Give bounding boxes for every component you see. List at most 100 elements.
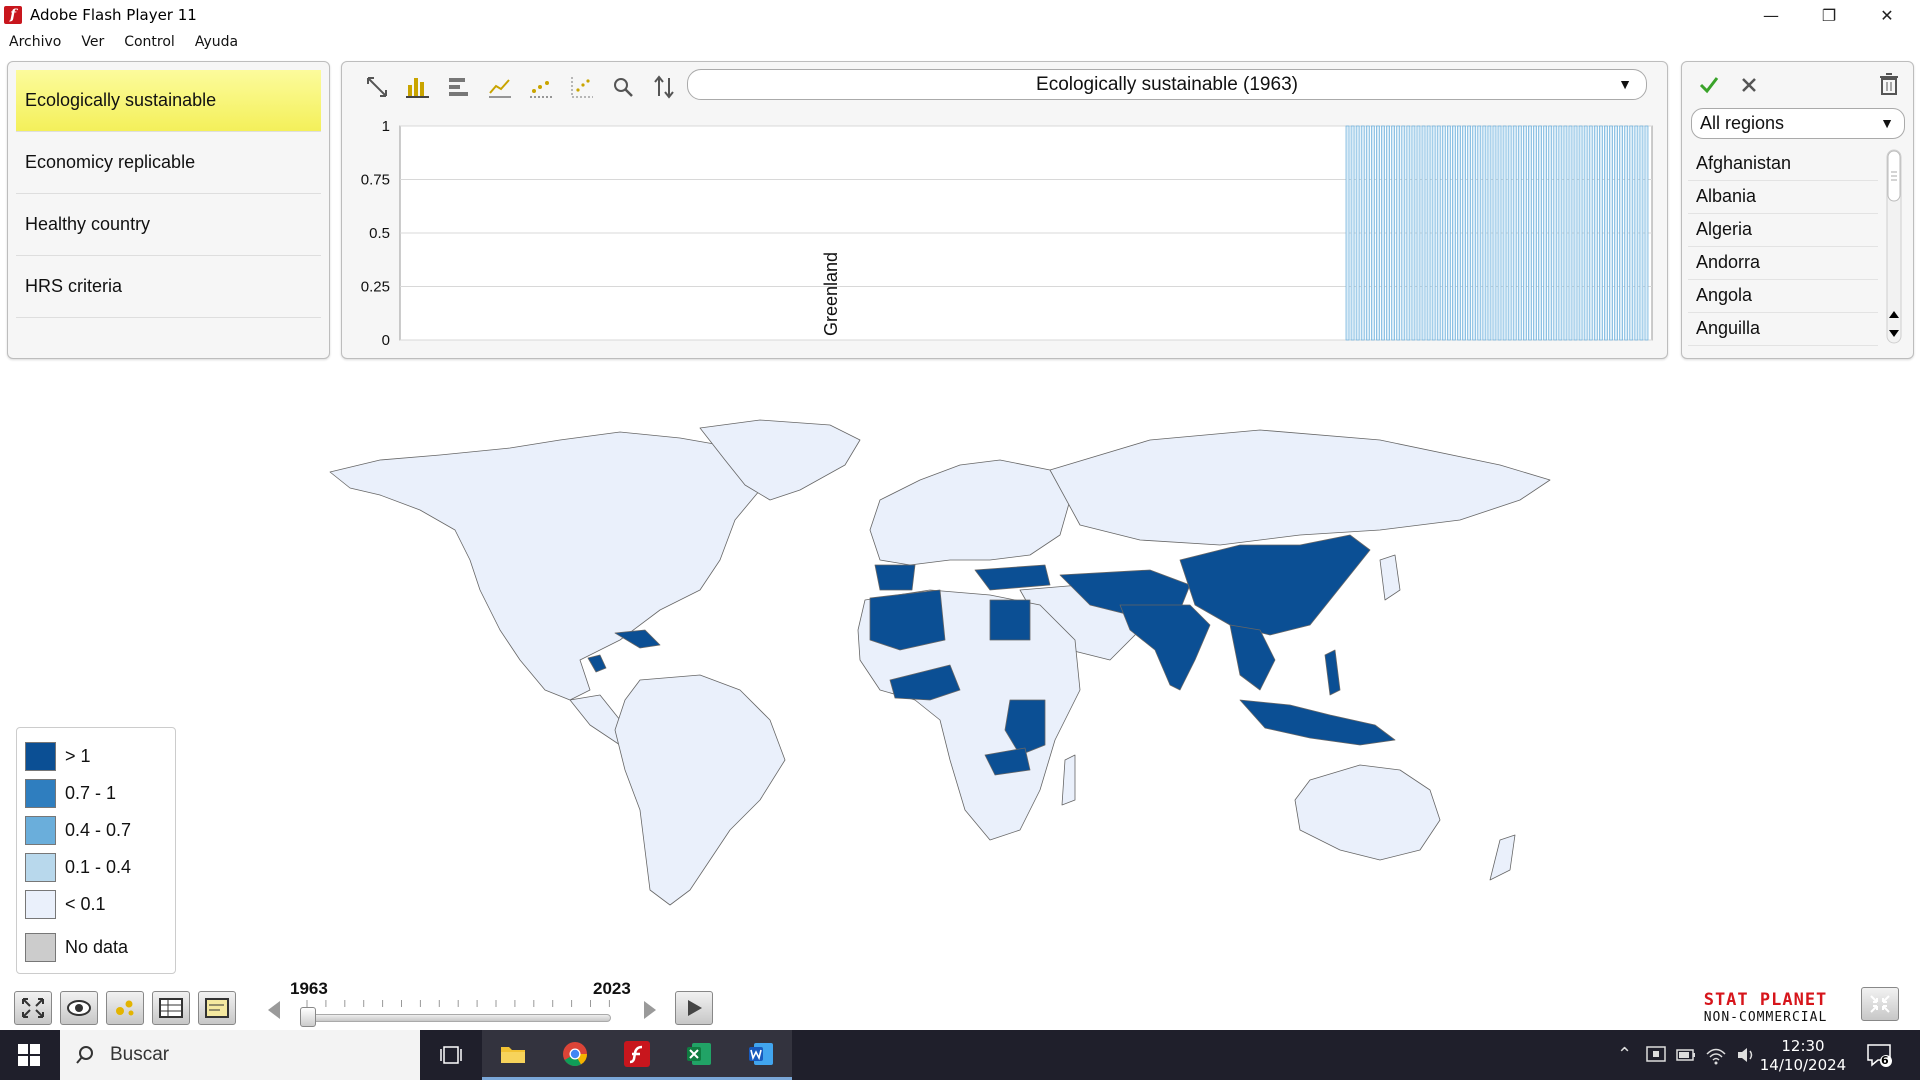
chart-bar[interactable] xyxy=(1497,125,1502,341)
chart-bar[interactable] xyxy=(1477,125,1482,341)
chart-bar[interactable] xyxy=(1426,125,1431,341)
chart-bar[interactable] xyxy=(1563,125,1568,341)
chevron-up-icon[interactable]: ⌃ xyxy=(1617,1044,1632,1065)
map-turkey-greece[interactable] xyxy=(974,564,1051,591)
map-russia[interactable] xyxy=(1049,429,1551,546)
map-japan[interactable] xyxy=(1379,554,1401,601)
chart-bar[interactable] xyxy=(1467,125,1472,341)
zoom-extent-icon[interactable] xyxy=(356,72,397,102)
next-year-icon[interactable] xyxy=(641,999,659,1021)
chart-bar[interactable] xyxy=(1411,125,1416,341)
map-europe[interactable] xyxy=(869,459,1071,566)
chart-bar[interactable] xyxy=(1452,125,1456,341)
chart-bar[interactable] xyxy=(1350,125,1355,341)
map-north-america[interactable] xyxy=(329,431,791,701)
chart-bar[interactable] xyxy=(1472,125,1477,341)
region-dropdown[interactable]: All regions ▼ xyxy=(1691,108,1905,139)
chart-bar[interactable] xyxy=(1507,125,1512,341)
list-item[interactable]: Anguilla xyxy=(1688,313,1878,346)
map-north-africa[interactable] xyxy=(869,589,946,651)
flash-player-button[interactable] xyxy=(606,1030,668,1080)
chart-bar[interactable] xyxy=(1502,125,1507,341)
world-map[interactable] xyxy=(0,370,1920,930)
chart-bar[interactable] xyxy=(1538,125,1542,341)
chart-bar[interactable] xyxy=(1345,125,1350,341)
bar-chart-icon[interactable] xyxy=(397,72,438,102)
chart-bar[interactable] xyxy=(1401,125,1406,341)
chart-bar[interactable] xyxy=(1629,125,1634,341)
chart-bar[interactable] xyxy=(1482,125,1487,341)
chart-bar[interactable] xyxy=(1365,125,1370,341)
chrome-button[interactable] xyxy=(544,1030,606,1080)
map-guatemala[interactable] xyxy=(587,654,607,673)
list-item[interactable]: Albania xyxy=(1688,181,1878,214)
map-philippines[interactable] xyxy=(1324,649,1341,696)
wifi-icon[interactable] xyxy=(1705,1044,1727,1066)
chart-bar[interactable] xyxy=(1548,125,1553,341)
restore-button[interactable]: ❐ xyxy=(1800,0,1858,30)
minimize-button[interactable]: — xyxy=(1742,0,1800,30)
chart-bar[interactable] xyxy=(1517,125,1522,341)
chart-bar[interactable] xyxy=(1436,125,1441,341)
volume-icon[interactable] xyxy=(1735,1044,1757,1066)
indicator-economicy-replicable[interactable]: Economicy replicable xyxy=(16,132,321,194)
line-chart-icon[interactable] xyxy=(479,72,520,102)
chart-bar[interactable] xyxy=(1573,125,1578,341)
indicator-ecologically-sustainable[interactable]: Ecologically sustainable xyxy=(16,70,321,132)
chart-bar[interactable] xyxy=(1512,125,1517,341)
trend-icon[interactable] xyxy=(520,72,561,102)
chart-bar[interactable] xyxy=(1583,125,1588,341)
list-item[interactable]: Andorra xyxy=(1688,247,1878,280)
chart-bar[interactable] xyxy=(1568,125,1573,341)
chart-bar[interactable] xyxy=(1396,125,1401,341)
indicator-hrs-criteria[interactable]: HRS criteria xyxy=(16,256,321,318)
play-button[interactable] xyxy=(675,991,713,1025)
chart-bar[interactable] xyxy=(1391,125,1396,341)
chart-bar[interactable] xyxy=(1533,125,1537,341)
chart-bar[interactable] xyxy=(1604,125,1608,341)
sort-icon[interactable] xyxy=(643,72,684,102)
check-icon[interactable] xyxy=(1698,74,1720,96)
trash-icon[interactable] xyxy=(1878,72,1900,96)
taskbar-search[interactable]: Buscar xyxy=(60,1030,420,1080)
chart-bar[interactable] xyxy=(1446,125,1451,341)
view-button[interactable] xyxy=(60,991,98,1025)
chart-bar[interactable] xyxy=(1431,125,1436,341)
map-indonesia[interactable] xyxy=(1239,699,1396,746)
chart-bar[interactable] xyxy=(1492,125,1497,341)
chart-bar[interactable] xyxy=(1598,125,1603,341)
chart-bar[interactable] xyxy=(1528,125,1532,341)
search-icon[interactable] xyxy=(602,72,643,102)
chart-bar[interactable] xyxy=(1421,125,1426,341)
chart-bar[interactable] xyxy=(1588,125,1593,341)
chart-bar[interactable] xyxy=(1522,125,1527,341)
indicator-dropdown[interactable]: Ecologically sustainable (1963) ▼ xyxy=(687,69,1647,100)
table-button[interactable] xyxy=(152,991,190,1025)
chart-bar[interactable] xyxy=(1619,125,1624,341)
chart-bar[interactable] xyxy=(1639,125,1644,341)
scatter-icon[interactable] xyxy=(561,72,602,102)
map-new-zealand[interactable] xyxy=(1489,834,1516,881)
windows-start-icon[interactable] xyxy=(18,1044,40,1066)
previous-year-icon[interactable] xyxy=(265,999,283,1021)
chart-bar[interactable] xyxy=(1462,125,1466,341)
timeline-slider-handle[interactable] xyxy=(300,1007,316,1027)
timeline-slider[interactable] xyxy=(303,1014,611,1022)
country-list-scrollbar[interactable] xyxy=(1885,148,1903,345)
chart-bar[interactable] xyxy=(1543,125,1548,341)
chart-bar[interactable] xyxy=(1553,125,1558,341)
notes-button[interactable] xyxy=(198,991,236,1025)
chart-bar[interactable] xyxy=(1558,125,1563,341)
list-item[interactable]: Algeria xyxy=(1688,214,1878,247)
clear-icon[interactable] xyxy=(1740,76,1758,94)
map-south-america[interactable] xyxy=(614,674,786,906)
horizontal-bar-icon[interactable] xyxy=(438,72,479,102)
word-button[interactable] xyxy=(730,1030,792,1080)
chart-bar[interactable] xyxy=(1376,125,1380,341)
chart-bar[interactable] xyxy=(1381,125,1385,341)
indicator-healthy-country[interactable]: Healthy country xyxy=(16,194,321,256)
close-button[interactable]: ✕ xyxy=(1858,0,1916,30)
list-item[interactable]: Afghanistan xyxy=(1688,148,1878,181)
menu-control[interactable]: Control xyxy=(124,34,175,50)
chart-bar[interactable] xyxy=(1578,125,1583,341)
